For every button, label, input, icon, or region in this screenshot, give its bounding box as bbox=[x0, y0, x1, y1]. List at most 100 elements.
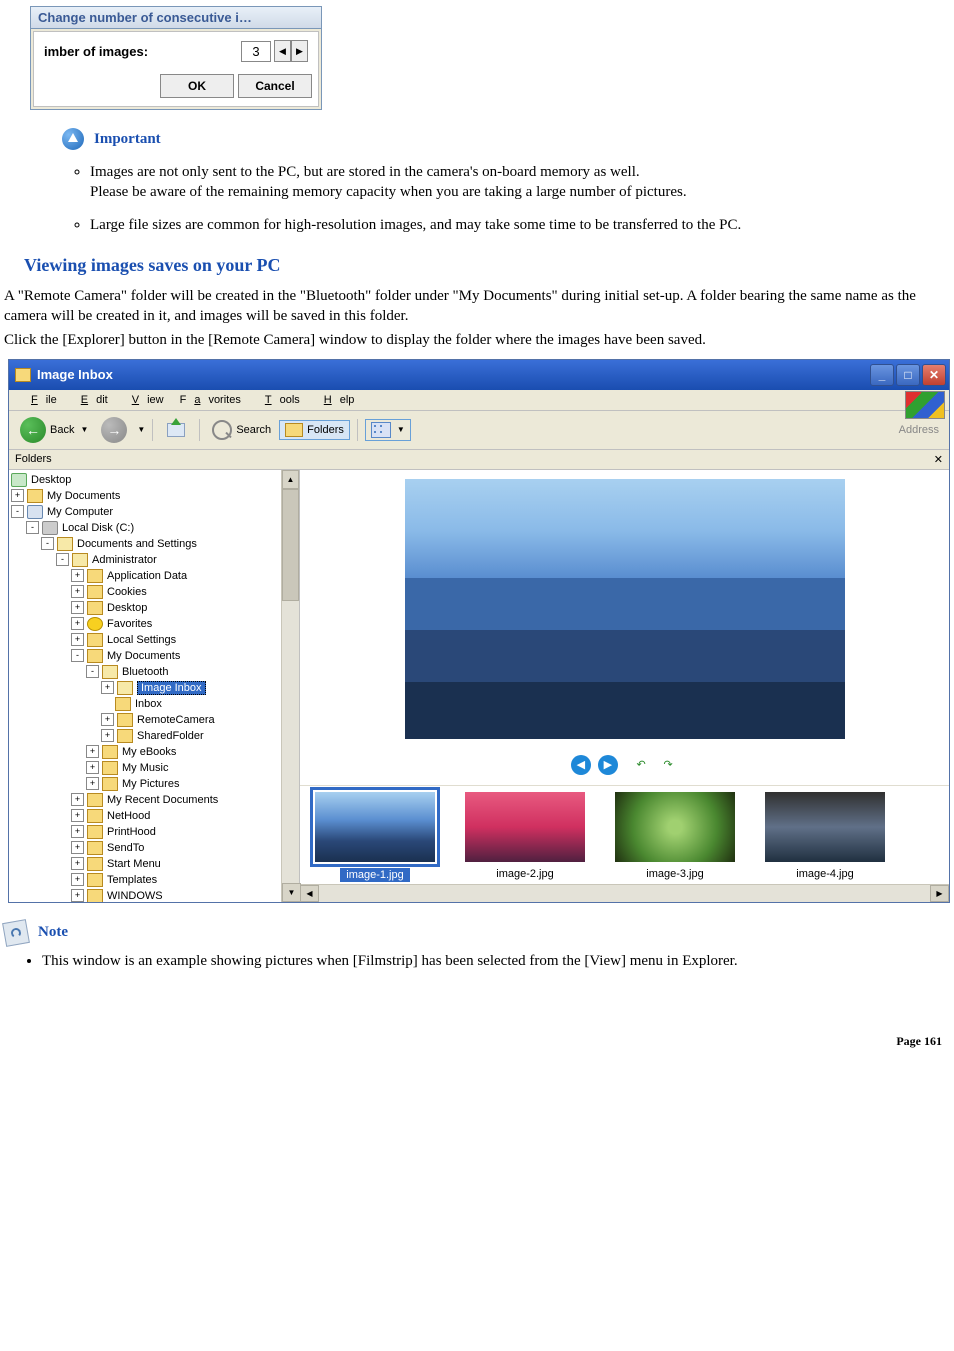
computer-icon bbox=[27, 505, 43, 519]
filmstrip-preview-image bbox=[405, 479, 845, 739]
note-heading: Note bbox=[38, 924, 68, 941]
close-button[interactable]: ✕ bbox=[922, 364, 946, 386]
chevron-down-icon: ▼ bbox=[397, 425, 405, 434]
rotate-ccw-button[interactable]: ↶ bbox=[631, 755, 651, 775]
thumbnail-image bbox=[615, 792, 735, 862]
spinner-down[interactable]: ◀ bbox=[274, 40, 291, 62]
folder-icon bbox=[87, 809, 103, 823]
explorer-titlebar: Image Inbox _ □ ✕ bbox=[9, 360, 949, 390]
folder-icon bbox=[27, 489, 43, 503]
chevron-down-icon: ▼ bbox=[137, 425, 145, 434]
thumbnail-item[interactable]: image-4.jpg bbox=[760, 792, 890, 880]
window-icon bbox=[15, 368, 31, 382]
next-image-button[interactable]: ▶ bbox=[598, 755, 618, 775]
images-count-input[interactable] bbox=[241, 41, 271, 62]
folder-icon bbox=[117, 729, 133, 743]
folder-icon bbox=[87, 793, 103, 807]
address-label: Address bbox=[414, 424, 943, 436]
menu-help[interactable]: Help bbox=[308, 392, 363, 408]
tree-vertical-scrollbar[interactable]: ▲ ▼ bbox=[281, 470, 299, 902]
previous-image-button[interactable]: ◀ bbox=[571, 755, 591, 775]
consecutive-images-dialog: Change number of consecutive i… imber of… bbox=[30, 6, 322, 110]
forward-icon: → bbox=[101, 417, 127, 443]
folder-icon bbox=[102, 665, 118, 679]
note-item-1: This window is an example showing pictur… bbox=[42, 949, 950, 974]
folders-button[interactable]: Folders bbox=[279, 420, 350, 440]
thumbnail-item[interactable]: image-3.jpg bbox=[610, 792, 740, 880]
section-paragraph-1: A "Remote Camera" folder will be created… bbox=[4, 286, 950, 327]
menu-favorites[interactable]: Favorites bbox=[172, 392, 249, 408]
filmstrip-controls: ◀ ▶ ↶ ↷ bbox=[300, 749, 949, 786]
folder-icon bbox=[87, 889, 103, 902]
cancel-button[interactable]: Cancel bbox=[238, 74, 312, 98]
important-list: Images are not only sent to the PC, but … bbox=[90, 156, 950, 241]
important-item-2: Large file sizes are common for high-res… bbox=[90, 209, 950, 241]
forward-button[interactable]: → bbox=[96, 415, 132, 445]
folder-icon bbox=[102, 761, 118, 775]
folder-icon bbox=[87, 633, 103, 647]
dialog-title: Change number of consecutive i… bbox=[31, 7, 321, 29]
ok-button[interactable]: OK bbox=[160, 74, 234, 98]
folder-tree[interactable]: Desktop +My Documents -My Computer -Loca… bbox=[9, 470, 281, 902]
menu-bar: File Edit View Favorites Tools Help bbox=[9, 390, 949, 411]
important-item-1: Images are not only sent to the PC, but … bbox=[90, 156, 950, 209]
folders-pane-label: Folders bbox=[15, 453, 52, 466]
minimize-button[interactable]: _ bbox=[870, 364, 894, 386]
scroll-right-icon[interactable]: ▶ bbox=[930, 885, 949, 902]
chevron-down-icon: ▼ bbox=[80, 425, 88, 434]
explorer-window: Image Inbox _ □ ✕ File Edit View Favorit… bbox=[8, 359, 950, 903]
search-button[interactable]: Search bbox=[207, 418, 276, 442]
favorites-icon bbox=[87, 617, 103, 631]
windows-flag-icon bbox=[905, 391, 945, 419]
maximize-button[interactable]: □ bbox=[896, 364, 920, 386]
thumbnail-item[interactable]: image-1.jpg bbox=[310, 792, 440, 882]
thumbnail-row: image-1.jpg image-2.jpg image-3.jpg imag… bbox=[300, 786, 949, 884]
search-icon bbox=[212, 420, 232, 440]
up-button[interactable] bbox=[160, 417, 192, 443]
back-icon: ← bbox=[20, 417, 46, 443]
folder-icon bbox=[87, 857, 103, 871]
disk-icon bbox=[42, 521, 58, 535]
thumbnail-image bbox=[765, 792, 885, 862]
section-heading: Viewing images saves on your PC bbox=[24, 255, 950, 276]
views-button[interactable]: ▼ bbox=[365, 419, 411, 441]
views-icon bbox=[371, 422, 391, 438]
content-horizontal-scrollbar[interactable]: ▼ ◀ ▶ bbox=[300, 884, 949, 902]
folders-icon bbox=[285, 423, 303, 437]
folder-icon bbox=[117, 713, 133, 727]
folders-pane-header: Folders ✕ bbox=[9, 450, 949, 470]
folder-icon bbox=[102, 777, 118, 791]
thumbnail-image bbox=[315, 792, 435, 862]
content-pane: ◀ ▶ ↶ ↷ image-1.jpg image-2.jpg image-3.… bbox=[300, 470, 949, 902]
back-button[interactable]: ← Back ▼ bbox=[15, 415, 93, 445]
window-title: Image Inbox bbox=[37, 367, 870, 382]
menu-edit[interactable]: Edit bbox=[65, 392, 116, 408]
note-icon bbox=[2, 919, 30, 947]
important-icon bbox=[62, 128, 84, 150]
folder-tree-pane: Desktop +My Documents -My Computer -Loca… bbox=[9, 470, 300, 902]
folder-icon bbox=[87, 841, 103, 855]
images-count-label: imber of images: bbox=[44, 44, 241, 59]
menu-tools[interactable]: Tools bbox=[249, 392, 308, 408]
thumbnail-item[interactable]: image-2.jpg bbox=[460, 792, 590, 880]
section-paragraph-2: Click the [Explorer] button in the [Remo… bbox=[4, 330, 950, 350]
scroll-left-icon[interactable]: ◀ bbox=[300, 885, 319, 902]
note-list: This window is an example showing pictur… bbox=[42, 949, 950, 974]
spinner-up[interactable]: ▶ bbox=[291, 40, 308, 62]
folder-icon bbox=[87, 601, 103, 615]
tree-dropdown-icon[interactable]: ▼ bbox=[282, 883, 301, 902]
folder-up-icon bbox=[165, 419, 187, 441]
folder-icon bbox=[102, 745, 118, 759]
rotate-cw-button[interactable]: ↷ bbox=[658, 755, 678, 775]
important-heading: Important bbox=[94, 131, 161, 148]
menu-file[interactable]: File bbox=[15, 392, 65, 408]
desktop-icon bbox=[11, 473, 27, 487]
folder-icon bbox=[87, 873, 103, 887]
folder-icon bbox=[57, 537, 73, 551]
scroll-thumb[interactable] bbox=[282, 489, 299, 601]
menu-view[interactable]: View bbox=[116, 392, 172, 408]
scroll-up-icon[interactable]: ▲ bbox=[282, 470, 299, 489]
folders-pane-close[interactable]: ✕ bbox=[934, 453, 943, 466]
page-number: Page 161 bbox=[4, 1034, 950, 1049]
folder-icon bbox=[87, 585, 103, 599]
